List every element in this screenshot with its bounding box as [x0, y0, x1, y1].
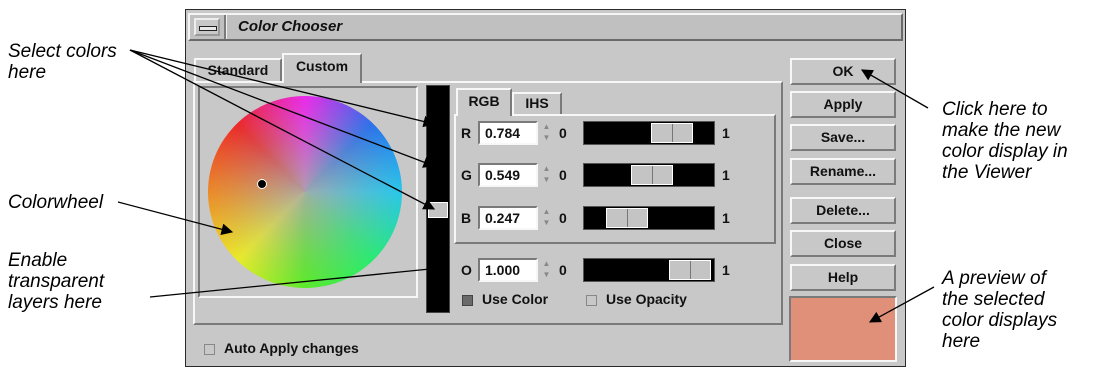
use-opacity-label: Use Opacity [606, 291, 687, 307]
channel-b-label: B [461, 210, 472, 226]
save-button[interactable]: Save... [790, 124, 896, 151]
window-menu-icon [199, 26, 217, 31]
ok-button[interactable]: OK [790, 58, 896, 85]
use-color-label: Use Color [482, 291, 549, 307]
apply-button[interactable]: Apply [790, 91, 896, 118]
use-color-checkbox[interactable] [462, 295, 473, 306]
opacity-value-field[interactable]: 1.000 [478, 258, 538, 282]
opacity-slider-thumb[interactable] [669, 260, 711, 280]
delete-button[interactable]: Delete... [790, 197, 896, 224]
channel-b-slider-thumb[interactable] [606, 208, 648, 228]
intensity-slider[interactable] [426, 85, 450, 313]
use-opacity-checkbox[interactable] [586, 295, 597, 306]
spin-up-icon[interactable]: ▲ [541, 122, 552, 132]
window-title: Color Chooser [238, 18, 343, 35]
color-chooser-window: Color Chooser Standard Custom RGB IHS Us… [185, 9, 906, 367]
opacity-max-label: 1 [722, 262, 730, 278]
auto-apply-checkbox[interactable] [204, 344, 215, 355]
opacity-min-label: 0 [559, 262, 567, 278]
channel-r-max-label: 1 [722, 125, 730, 141]
colorwheel[interactable] [208, 96, 402, 288]
annotation-preview: A preview of the selected color displays… [942, 268, 1058, 352]
annotation-transparent-layers: Enable transparent layers here [8, 250, 105, 313]
channel-g-slider-thumb[interactable] [631, 165, 673, 185]
tab-ihs[interactable]: IHS [512, 92, 562, 114]
channel-r-spinner[interactable]: ▲ ▼ [540, 121, 553, 145]
spin-down-icon[interactable]: ▼ [541, 133, 552, 143]
channel-g-max-label: 1 [722, 167, 730, 183]
spin-down-icon[interactable]: ▼ [541, 218, 552, 228]
spin-up-icon[interactable]: ▲ [541, 164, 552, 174]
annotation-ok-click: Click here to make the new color display… [942, 99, 1068, 183]
help-button[interactable]: Help [790, 264, 896, 291]
colorwheel-frame [198, 86, 418, 298]
tab-custom[interactable]: Custom [282, 53, 362, 83]
channel-b-max-label: 1 [722, 210, 730, 226]
channel-b-spinner[interactable]: ▲ ▼ [540, 206, 553, 230]
auto-apply-label: Auto Apply changes [224, 340, 359, 356]
channel-g-value-field[interactable]: 0.549 [478, 163, 538, 187]
channel-r-slider[interactable] [583, 121, 715, 145]
channel-b-slider[interactable] [583, 206, 715, 230]
color-preview [789, 296, 897, 362]
tab-rgb[interactable]: RGB [456, 88, 512, 116]
opacity-spinner[interactable]: ▲ ▼ [540, 258, 553, 282]
window-menu-button[interactable] [194, 18, 220, 36]
opacity-label: O [461, 262, 472, 278]
channel-g-min-label: 0 [559, 167, 567, 183]
title-bar: Color Chooser [188, 13, 903, 41]
spin-down-icon[interactable]: ▼ [541, 270, 552, 280]
channel-r-slider-thumb[interactable] [651, 123, 693, 143]
close-button[interactable]: Close [790, 230, 896, 257]
annotation-colorwheel: Colorwheel [8, 192, 104, 213]
channel-g-slider[interactable] [583, 163, 715, 187]
colorwheel-selection-marker[interactable] [257, 179, 267, 189]
channel-g-label: G [461, 167, 472, 183]
spin-up-icon[interactable]: ▲ [541, 259, 552, 269]
channel-r-value-field[interactable]: 0.784 [478, 121, 538, 145]
tab-standard[interactable]: Standard [194, 58, 282, 82]
spin-down-icon[interactable]: ▼ [541, 175, 552, 185]
channel-r-label: R [461, 125, 472, 141]
intensity-slider-thumb[interactable] [428, 202, 448, 218]
title-separator [224, 15, 227, 39]
spin-up-icon[interactable]: ▲ [541, 207, 552, 217]
annotation-select-colors: Select colors here [8, 41, 117, 83]
opacity-slider[interactable] [583, 258, 715, 282]
channel-b-value-field[interactable]: 0.247 [478, 206, 538, 230]
channel-b-min-label: 0 [559, 210, 567, 226]
channel-r-min-label: 0 [559, 125, 567, 141]
channel-g-spinner[interactable]: ▲ ▼ [540, 163, 553, 187]
rename-button[interactable]: Rename... [790, 158, 896, 185]
